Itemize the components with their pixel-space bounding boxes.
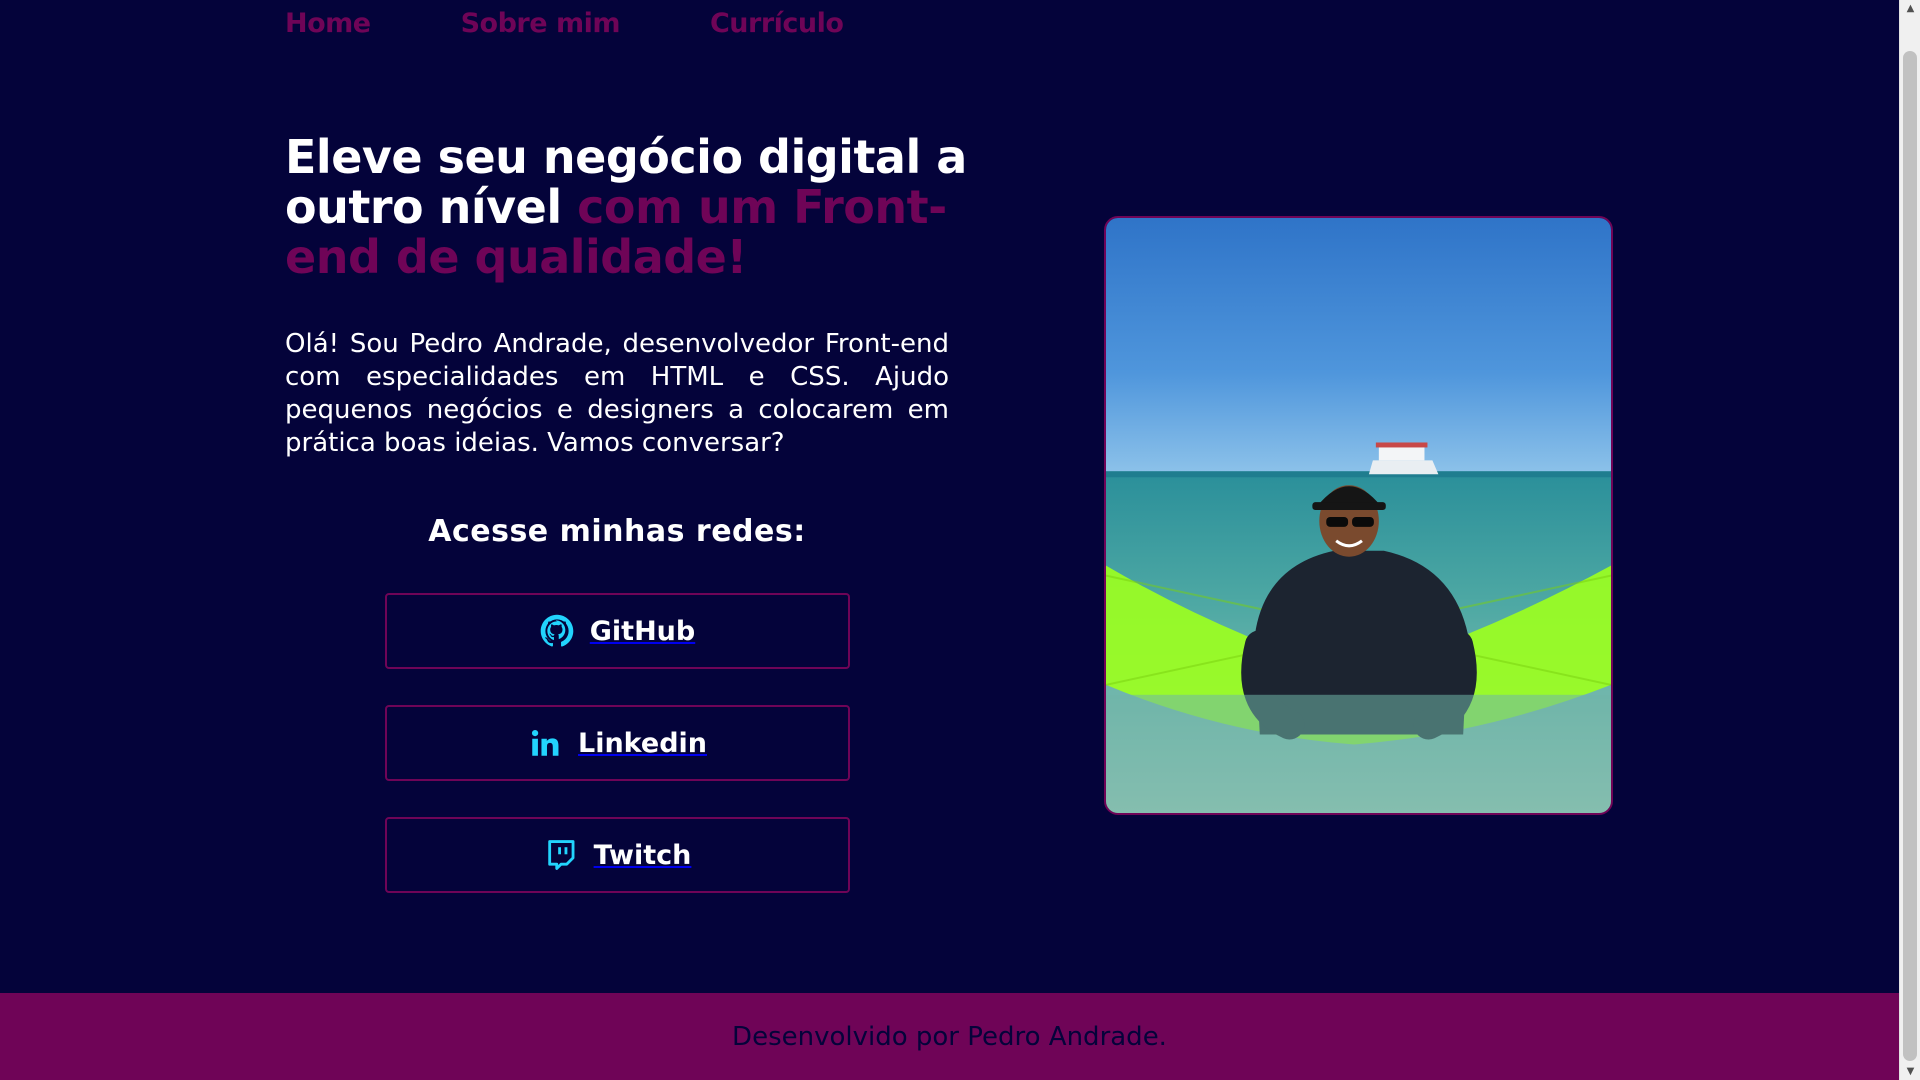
top-navigation: Home Sobre mim Currículo: [285, 0, 844, 46]
twitch-button[interactable]: Twitch: [385, 817, 850, 893]
nav-link-curriculo[interactable]: Currículo: [710, 10, 844, 37]
site-footer: Desenvolvido por Pedro Andrade.: [0, 993, 1899, 1080]
twitch-icon: [544, 838, 578, 872]
footer-text: Desenvolvido por Pedro Andrade.: [732, 1021, 1167, 1052]
scrollbar-thumb[interactable]: [1903, 51, 1917, 1061]
nav-link-sobre-mim[interactable]: Sobre mim: [461, 10, 621, 37]
twitch-label: Twitch: [593, 839, 692, 871]
linkedin-icon: [528, 726, 562, 760]
profile-photo-image: [1106, 218, 1611, 813]
nav-link-home[interactable]: Home: [285, 10, 371, 37]
hero-title: Eleve seu negócio digital a outro nível …: [285, 132, 985, 282]
github-button[interactable]: GitHub: [385, 593, 850, 669]
socials-heading: Acesse minhas redes:: [428, 514, 806, 549]
github-label: GitHub: [589, 615, 696, 647]
scroll-down-icon[interactable]: ▼: [1900, 1063, 1920, 1080]
profile-photo: [1104, 216, 1613, 815]
scroll-up-icon[interactable]: ▲: [1900, 0, 1920, 17]
linkedin-button[interactable]: Linkedin: [385, 705, 850, 781]
page: Home Sobre mim Currículo Eleve seu negóc…: [0, 0, 1899, 1080]
github-icon: [540, 614, 574, 648]
linkedin-label: Linkedin: [577, 727, 708, 759]
intro-paragraph: Olá! Sou Pedro Andrade, desenvolvedor Fr…: [285, 329, 949, 458]
vertical-scrollbar[interactable]: ▲ ▼: [1899, 0, 1920, 1080]
